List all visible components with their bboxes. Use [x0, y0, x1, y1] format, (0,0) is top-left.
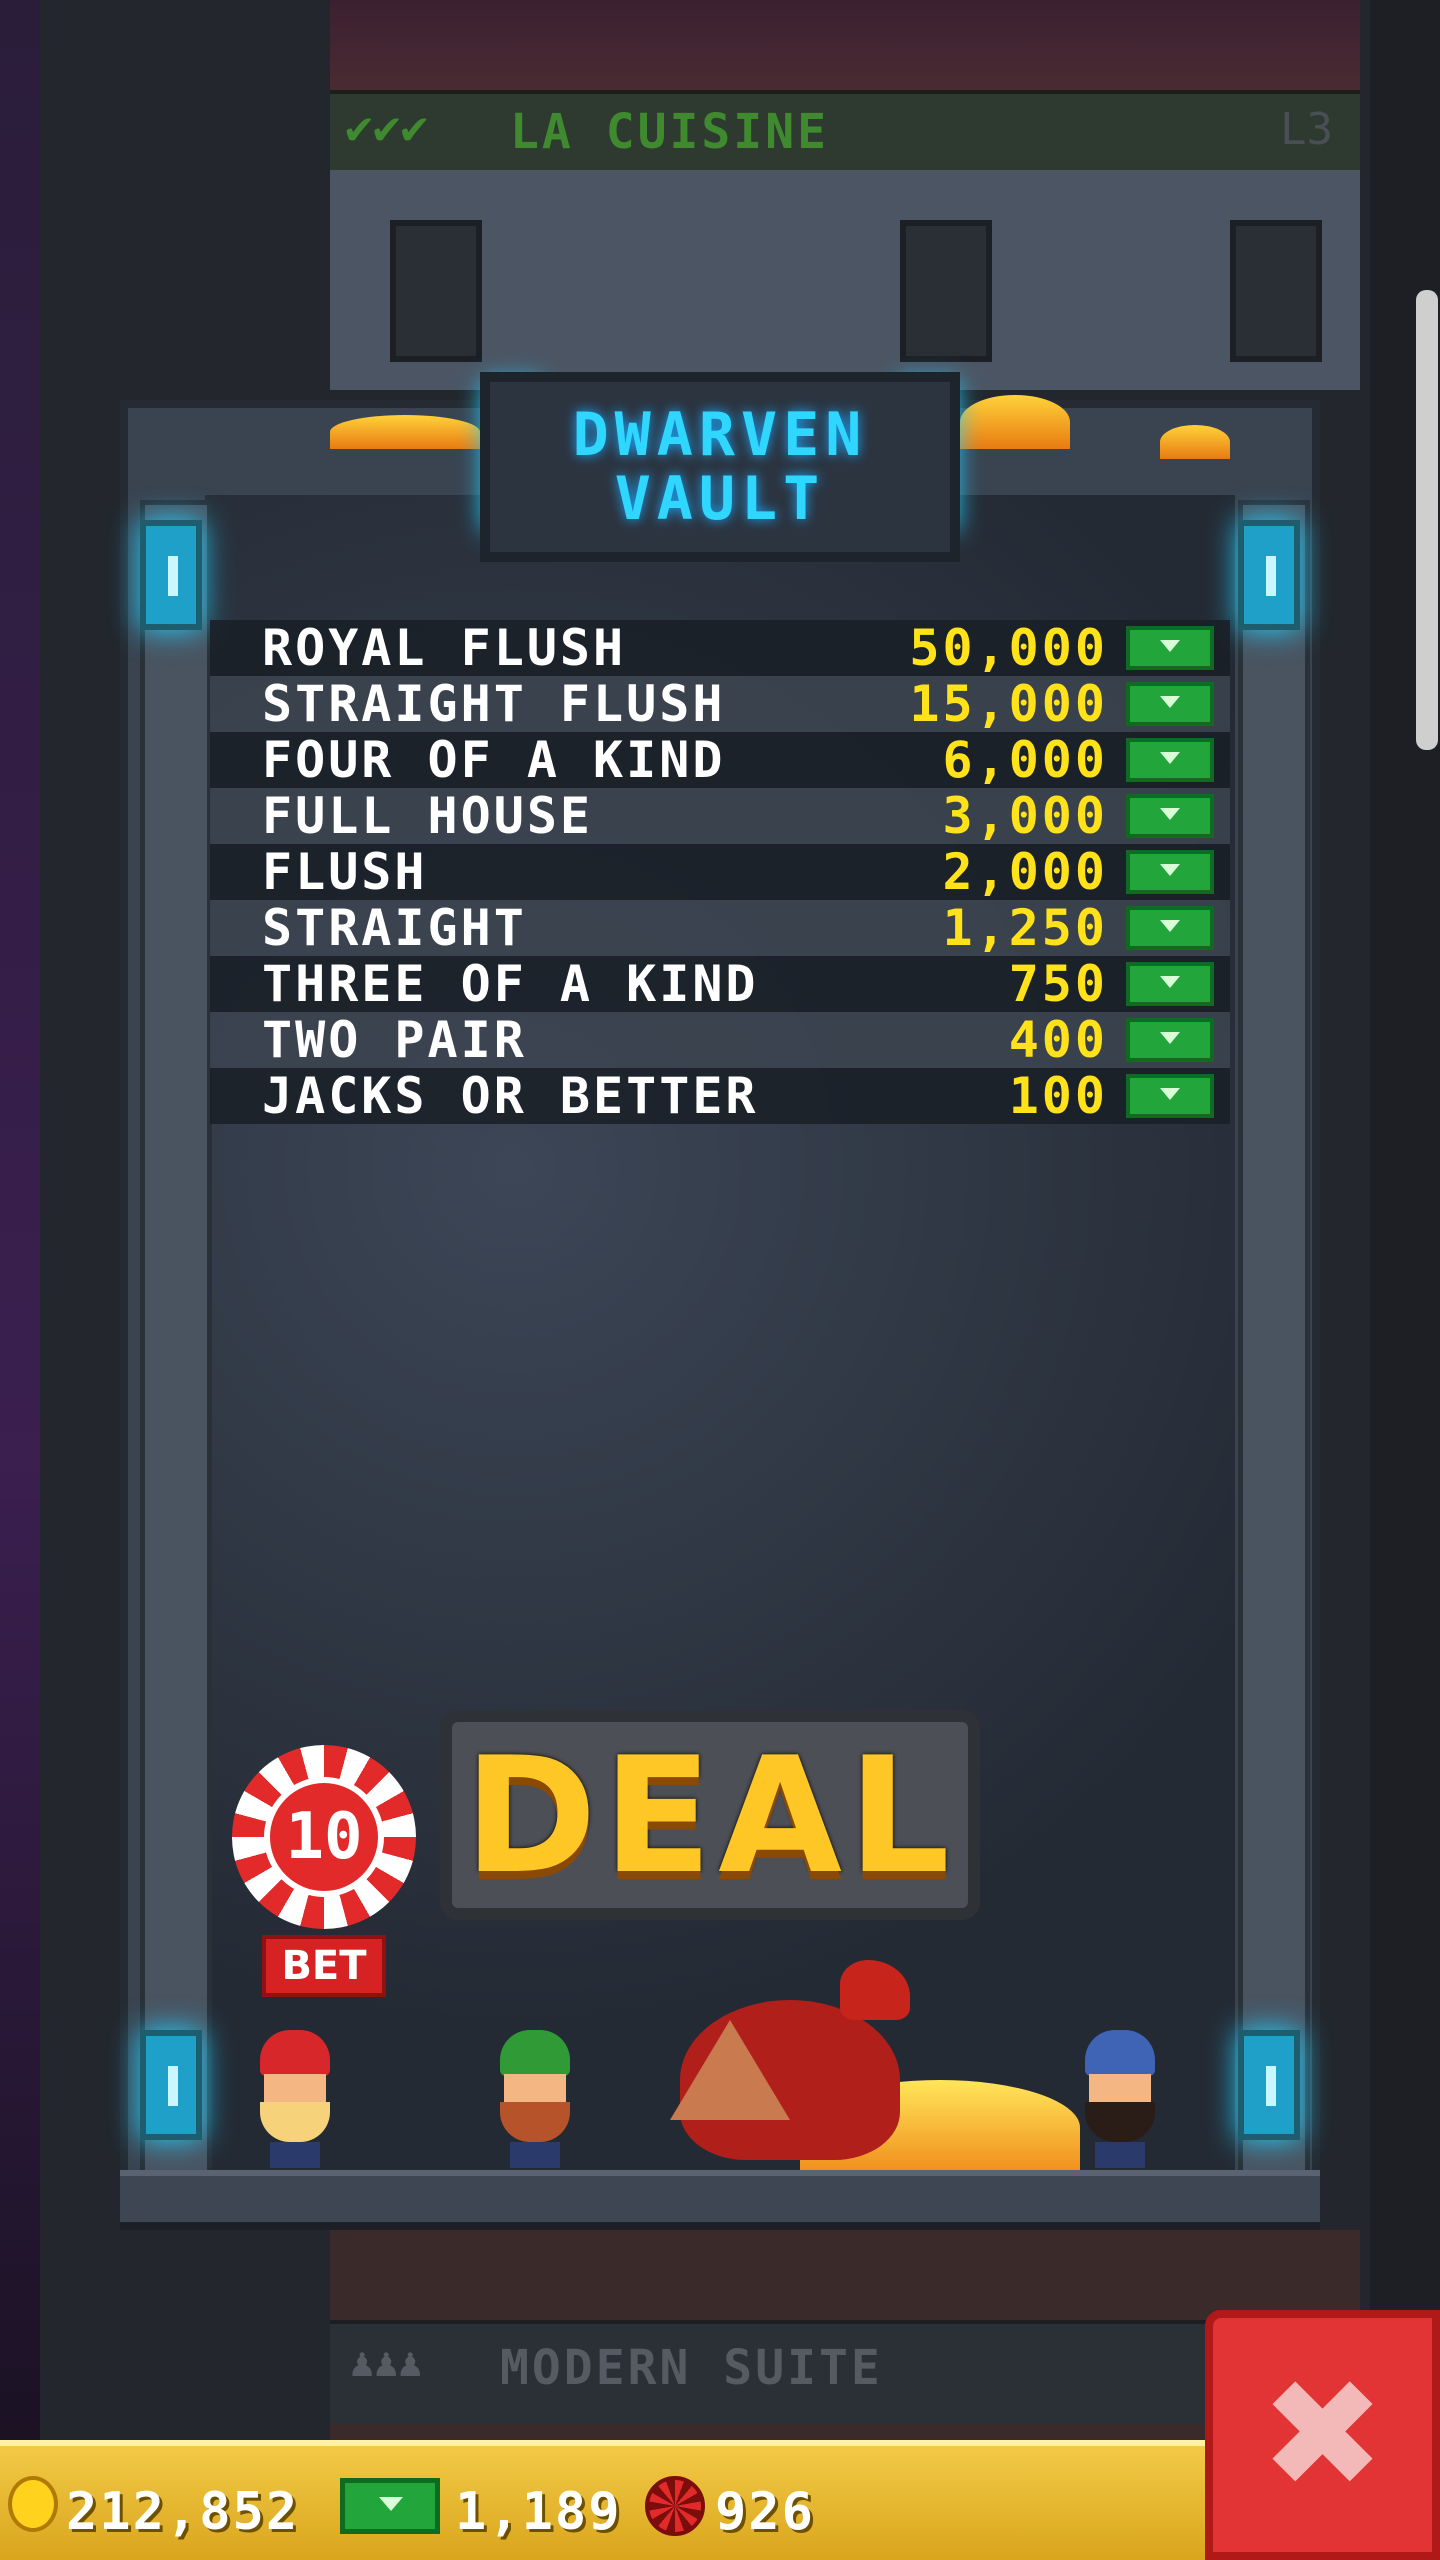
vault-title-sign: DWARVEN VAULT — [480, 372, 960, 562]
paytable-row: STRAIGHT 1,250 — [210, 899, 1230, 957]
bet-label: BET — [281, 1943, 367, 1989]
paytable-row: TWO PAIR 400 — [210, 1011, 1230, 1069]
paytable-row: THREE OF A KIND 750 — [210, 955, 1230, 1013]
deal-button[interactable]: DEAL — [440, 1710, 980, 1920]
gold-pile-icon — [330, 415, 480, 449]
paytable-row: JACKS OR BETTER 100 — [210, 1067, 1230, 1125]
floor-name-modern-suite: MODERN SUITE — [500, 2340, 883, 2396]
paytable: ROYAL FLUSH 50,000 STRAIGHT FLUSH 15,000… — [210, 619, 1230, 1125]
cash-icon — [1126, 626, 1214, 670]
hand-payout: 50,000 — [909, 619, 1108, 677]
cyan-lamp-icon — [140, 2030, 202, 2140]
upper-floor-room — [330, 0, 1360, 90]
coin-icon — [8, 2476, 58, 2532]
hand-name: FULL HOUSE — [262, 787, 594, 845]
dragon-on-treasure — [640, 1960, 1080, 2175]
floor-label-bar-la-cuisine[interactable] — [330, 90, 1360, 178]
gold-pile-icon — [960, 395, 1070, 449]
deal-button-label: DEAL — [464, 1721, 956, 1909]
cash-icon — [1126, 962, 1214, 1006]
hand-name: FOUR OF A KIND — [262, 731, 726, 789]
la-cuisine-room[interactable] — [330, 170, 1360, 390]
bet-amount: 10 — [285, 1800, 363, 1874]
hand-name: ROYAL FLUSH — [262, 619, 627, 677]
hand-payout: 6,000 — [942, 731, 1108, 789]
paytable-row: FULL HOUSE 3,000 — [210, 787, 1230, 845]
floor-level: L3 — [1280, 104, 1333, 155]
cash-icon — [1126, 682, 1214, 726]
coins-amount: 212,852 — [66, 2482, 300, 2542]
hand-name: THREE OF A KIND — [262, 955, 759, 1013]
dwarf-green-hat-character — [490, 2030, 580, 2170]
vault-title-line2: VAULT — [614, 464, 826, 534]
hand-payout: 100 — [1008, 1067, 1108, 1125]
cash-icon — [1126, 1074, 1214, 1118]
right-pillar — [1238, 500, 1310, 2190]
hand-payout: 3,000 — [942, 787, 1108, 845]
paytable-row: ROYAL FLUSH 50,000 — [210, 619, 1230, 677]
close-button[interactable]: ✖ — [1205, 2310, 1440, 2560]
cash-icon — [1126, 1018, 1214, 1062]
cash-icon — [1126, 906, 1214, 950]
room-window — [390, 220, 482, 362]
cash-icon — [1126, 850, 1214, 894]
chip-icon: 10 — [264, 1777, 384, 1897]
tower-bux-icon — [340, 2478, 440, 2534]
hand-payout: 15,000 — [909, 675, 1108, 733]
currency-status-bar: 212,852 1,189 926 — [0, 2440, 1220, 2560]
dragon-head — [840, 1960, 910, 2020]
room-window — [900, 220, 992, 362]
hand-name: JACKS OR BETTER — [262, 1067, 759, 1125]
cyan-lamp-icon — [1238, 2030, 1300, 2140]
dwarf-blue-hat-character — [1075, 2030, 1165, 2170]
scroll-indicator[interactable] — [1416, 290, 1438, 750]
hand-payout: 2,000 — [942, 843, 1108, 901]
bet-tag[interactable]: BET — [262, 1935, 386, 1997]
casino-chip-icon — [645, 2476, 705, 2536]
left-pillar — [140, 500, 212, 2190]
cash-icon — [1126, 794, 1214, 838]
night-sky-background — [0, 0, 40, 2440]
gold-pile-icon — [1160, 425, 1230, 459]
cyan-lamp-icon — [140, 520, 202, 630]
cash-icon — [1126, 738, 1214, 782]
hand-name: FLUSH — [262, 843, 428, 901]
close-icon: ✖ — [1259, 2348, 1386, 2522]
room-window — [1230, 220, 1322, 362]
dwarf-red-hat-character — [250, 2030, 340, 2170]
floor-name-la-cuisine: LA CUISINE — [510, 104, 829, 160]
floor-stocked-checks-icon: ✔✔✔ — [345, 100, 429, 154]
hand-name: STRAIGHT — [262, 899, 527, 957]
vault-floor-ledge — [120, 2170, 1320, 2230]
hand-payout: 750 — [1008, 955, 1108, 1013]
paytable-row: STRAIGHT FLUSH 15,000 — [210, 675, 1230, 733]
bux-amount: 1,189 — [455, 2482, 622, 2542]
chips-amount: 926 — [715, 2482, 815, 2542]
paytable-row: FOUR OF A KIND 6,000 — [210, 731, 1230, 789]
vault-title-line1: DWARVEN — [572, 400, 868, 470]
paytable-row: FLUSH 2,000 — [210, 843, 1230, 901]
hand-name: STRAIGHT FLUSH — [262, 675, 726, 733]
bet-chip-button[interactable]: 10 — [232, 1745, 416, 1929]
hand-payout: 1,250 — [942, 899, 1108, 957]
residents-icon: ♟♟♟ — [350, 2340, 423, 2386]
cyan-lamp-icon — [1238, 520, 1300, 630]
hand-payout: 400 — [1008, 1011, 1108, 1069]
hand-name: TWO PAIR — [262, 1011, 527, 1069]
